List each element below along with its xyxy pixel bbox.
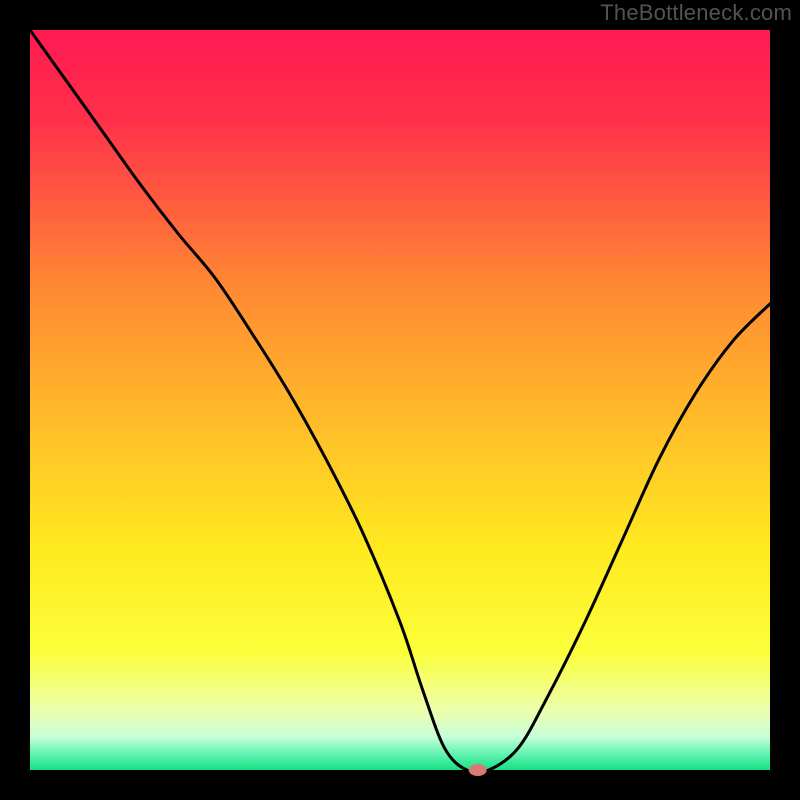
attribution-label: TheBottleneck.com xyxy=(600,0,792,26)
optimal-marker xyxy=(469,764,487,776)
plot-background xyxy=(30,30,770,770)
bottleneck-chart: TheBottleneck.com xyxy=(0,0,800,800)
chart-svg xyxy=(0,0,800,800)
